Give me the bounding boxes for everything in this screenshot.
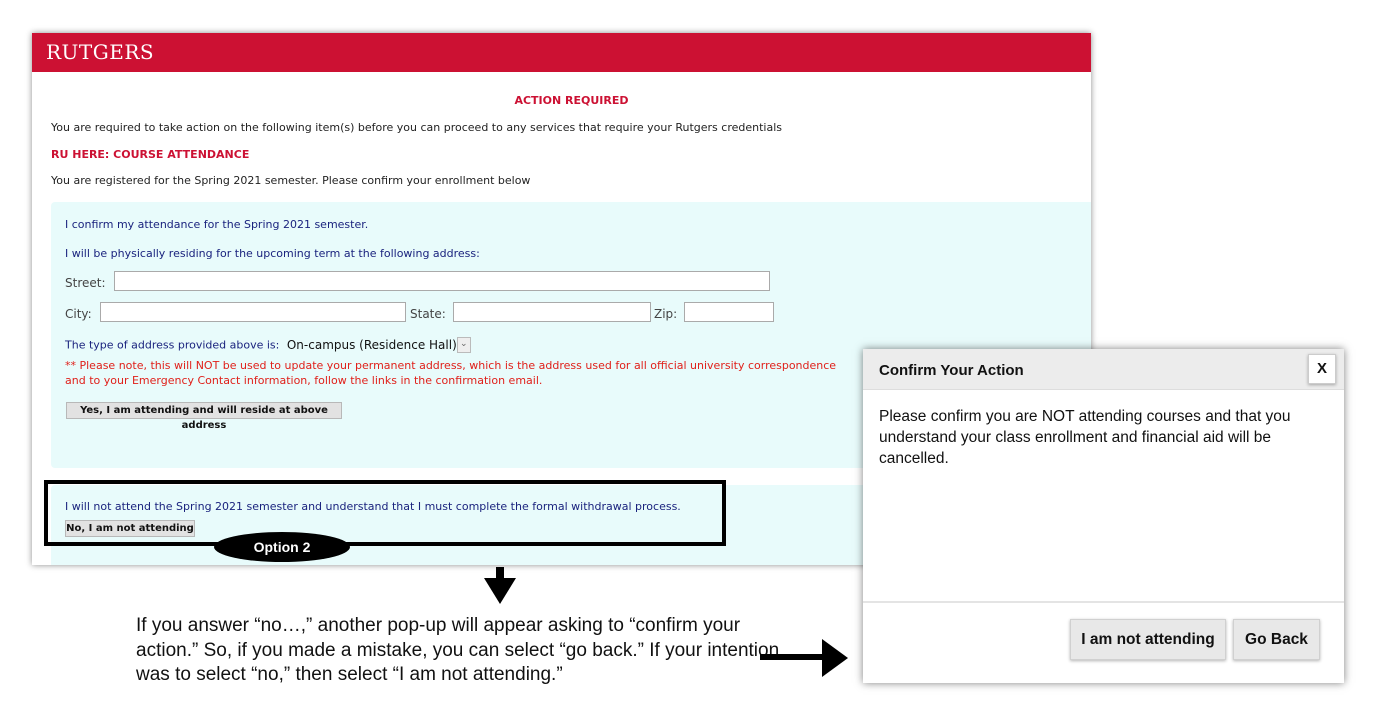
warning-line-1: ** Please note, this will NOT be used to…: [65, 359, 837, 372]
confirm-text: I confirm my attendance for the Spring 2…: [65, 218, 369, 231]
city-label: City:: [65, 307, 92, 321]
modal-title: Confirm Your Action: [879, 362, 1024, 379]
right-arrow-icon: [760, 654, 826, 660]
state-label: State:: [410, 307, 446, 321]
i-am-not-attending-button[interactable]: I am not attending: [1070, 619, 1226, 660]
registered-text: You are registered for the Spring 2021 s…: [51, 174, 531, 187]
modal-message: Please confirm you are NOT attending cou…: [879, 408, 1291, 467]
action-required-title: ACTION REQUIRED: [514, 94, 629, 107]
warning-line-2: and to your Emergency Contact informatio…: [65, 374, 543, 387]
chevron-down-icon[interactable]: ⌄: [456, 337, 471, 353]
address-prompt: I will be physically residing for the up…: [65, 247, 480, 260]
intro-text: You are required to take action on the f…: [51, 121, 783, 134]
confirm-modal: Confirm Your Action X Please confirm you…: [863, 349, 1344, 683]
street-input[interactable]: [114, 271, 770, 291]
option-2-label: Option 2: [214, 532, 350, 562]
right-arrow-head: [822, 639, 848, 677]
state-input[interactable]: [453, 302, 651, 322]
zip-input[interactable]: [684, 302, 774, 322]
option-2-highlight: [44, 480, 726, 546]
zip-label: Zip:: [654, 307, 678, 321]
go-back-button[interactable]: Go Back: [1233, 619, 1320, 660]
address-type-label: The type of address provided above is:: [65, 338, 280, 352]
explanation-text: If you answer “no…,” another pop-up will…: [136, 615, 780, 685]
city-input[interactable]: [100, 302, 406, 322]
rutgers-logo: RUTGERS: [46, 40, 155, 64]
street-label: Street:: [65, 276, 106, 290]
modal-divider: [863, 601, 1344, 603]
header-banner: RUTGERS: [32, 33, 1091, 72]
close-button[interactable]: X: [1308, 354, 1336, 384]
yes-attending-button[interactable]: Yes, I am attending and will reside at a…: [66, 402, 342, 431]
address-type-select[interactable]: On-campus (Residence Hall) ⌄: [286, 337, 471, 353]
down-arrow-head: [484, 578, 516, 604]
address-type-row: The type of address provided above is: O…: [65, 337, 471, 353]
section-title: RU HERE: COURSE ATTENDANCE: [51, 148, 250, 161]
address-type-value: On-campus (Residence Hall): [286, 337, 457, 352]
modal-header: Confirm Your Action X: [863, 349, 1344, 390]
